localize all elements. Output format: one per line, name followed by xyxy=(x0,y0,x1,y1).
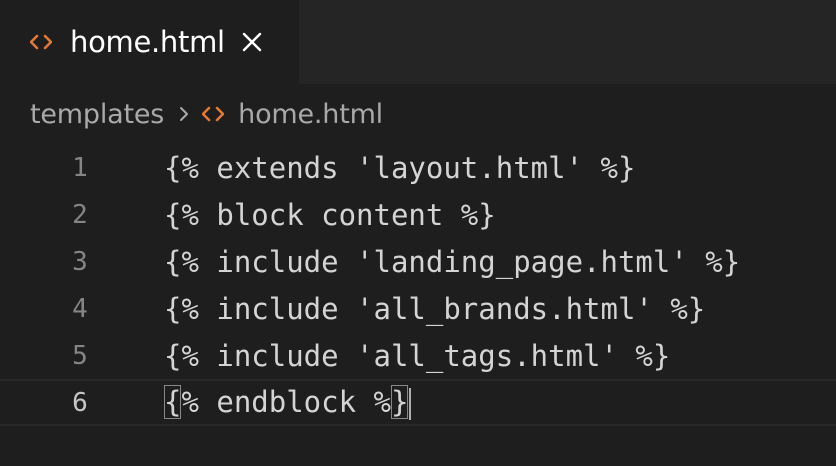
code-text[interactable]: {% include 'landing_page.html' %} xyxy=(164,245,740,279)
text-cursor xyxy=(409,388,412,420)
code-line[interactable]: 5 {% include 'all_tags.html' %} xyxy=(0,332,836,379)
close-icon[interactable] xyxy=(239,29,265,55)
tab-label: home.html xyxy=(70,25,225,59)
code-line-current[interactable]: 6 {% endblock %} xyxy=(0,379,836,426)
code-line[interactable]: 1 {% extends 'layout.html' %} xyxy=(0,144,836,191)
line-number: 3 xyxy=(72,246,88,277)
html-code-icon xyxy=(202,103,225,125)
bracket-match-open: { xyxy=(164,385,182,419)
breadcrumb-file[interactable]: home.html xyxy=(238,99,383,130)
tab-home-html[interactable]: home.html xyxy=(0,0,300,84)
code-text[interactable]: {% include 'all_tags.html' %} xyxy=(164,339,670,373)
code-text[interactable]: {% extends 'layout.html' %} xyxy=(164,151,635,185)
html-code-icon xyxy=(30,31,52,53)
code-text[interactable]: {% include 'all_brands.html' %} xyxy=(164,292,705,326)
code-text-middle: % endblock % xyxy=(181,385,391,419)
breadcrumb-folder[interactable]: templates xyxy=(30,99,164,130)
code-editor[interactable]: 1 {% extends 'layout.html' %} 2 {% block… xyxy=(0,138,836,466)
editor-window: home.html templates home.html 1 {% exten… xyxy=(0,0,836,466)
code-line[interactable]: 4 {% include 'all_brands.html' %} xyxy=(0,285,836,332)
line-number: 1 xyxy=(72,152,88,183)
code-text[interactable]: {% endblock %} xyxy=(164,385,412,420)
line-number: 5 xyxy=(72,340,88,371)
chevron-right-icon xyxy=(176,106,192,122)
line-number: 2 xyxy=(72,199,88,230)
code-line[interactable]: 3 {% include 'landing_page.html' %} xyxy=(0,238,836,285)
line-number: 6 xyxy=(72,387,88,418)
tab-bar: home.html xyxy=(0,0,836,84)
breadcrumb: templates home.html xyxy=(30,94,383,134)
code-line[interactable]: 2 {% block content %} xyxy=(0,191,836,238)
code-text[interactable]: {% block content %} xyxy=(164,198,496,232)
bracket-match-close: } xyxy=(390,385,409,419)
line-number: 4 xyxy=(72,293,88,324)
